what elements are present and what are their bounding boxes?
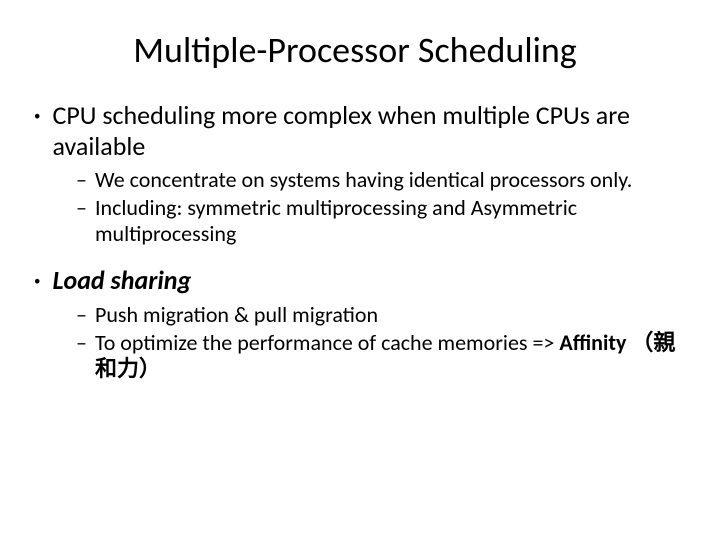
- subbullet-affinity: – To optimize the performance of cache m…: [76, 330, 680, 382]
- slide-title: Multiple-Processor Scheduling: [30, 28, 680, 72]
- sublist-2: – Push migration & pull migration – To o…: [76, 302, 680, 382]
- bullet-text: CPU scheduling more complex when multipl…: [52, 100, 680, 161]
- subbullet-text: We concentrate on systems having identic…: [95, 167, 632, 193]
- dash-icon: –: [76, 330, 87, 355]
- subbullet-text: Push migration & pull migration: [95, 302, 378, 328]
- bullet-load-sharing: • Load sharing: [30, 265, 680, 296]
- subbullet-text: To optimize the performance of cache mem…: [95, 330, 680, 382]
- bullet-dot-icon: •: [34, 109, 40, 124]
- sublist-1: – We concentrate on systems having ident…: [76, 167, 680, 247]
- dash-icon: –: [76, 167, 87, 192]
- subbullet-identical-processors: – We concentrate on systems having ident…: [76, 167, 680, 193]
- bullet-cpu-scheduling: • CPU scheduling more complex when multi…: [30, 100, 680, 161]
- bullet-text: Load sharing: [52, 265, 191, 296]
- bullet-dot-icon: •: [34, 274, 40, 289]
- dash-icon: –: [76, 195, 87, 220]
- subbullet-text: Including: symmetric multiprocessing and…: [95, 195, 680, 247]
- subbullet-push-pull-migration: – Push migration & pull migration: [76, 302, 680, 328]
- subbullet-symmetric-asymmetric: – Including: symmetric multiprocessing a…: [76, 195, 680, 247]
- dash-icon: –: [76, 302, 87, 327]
